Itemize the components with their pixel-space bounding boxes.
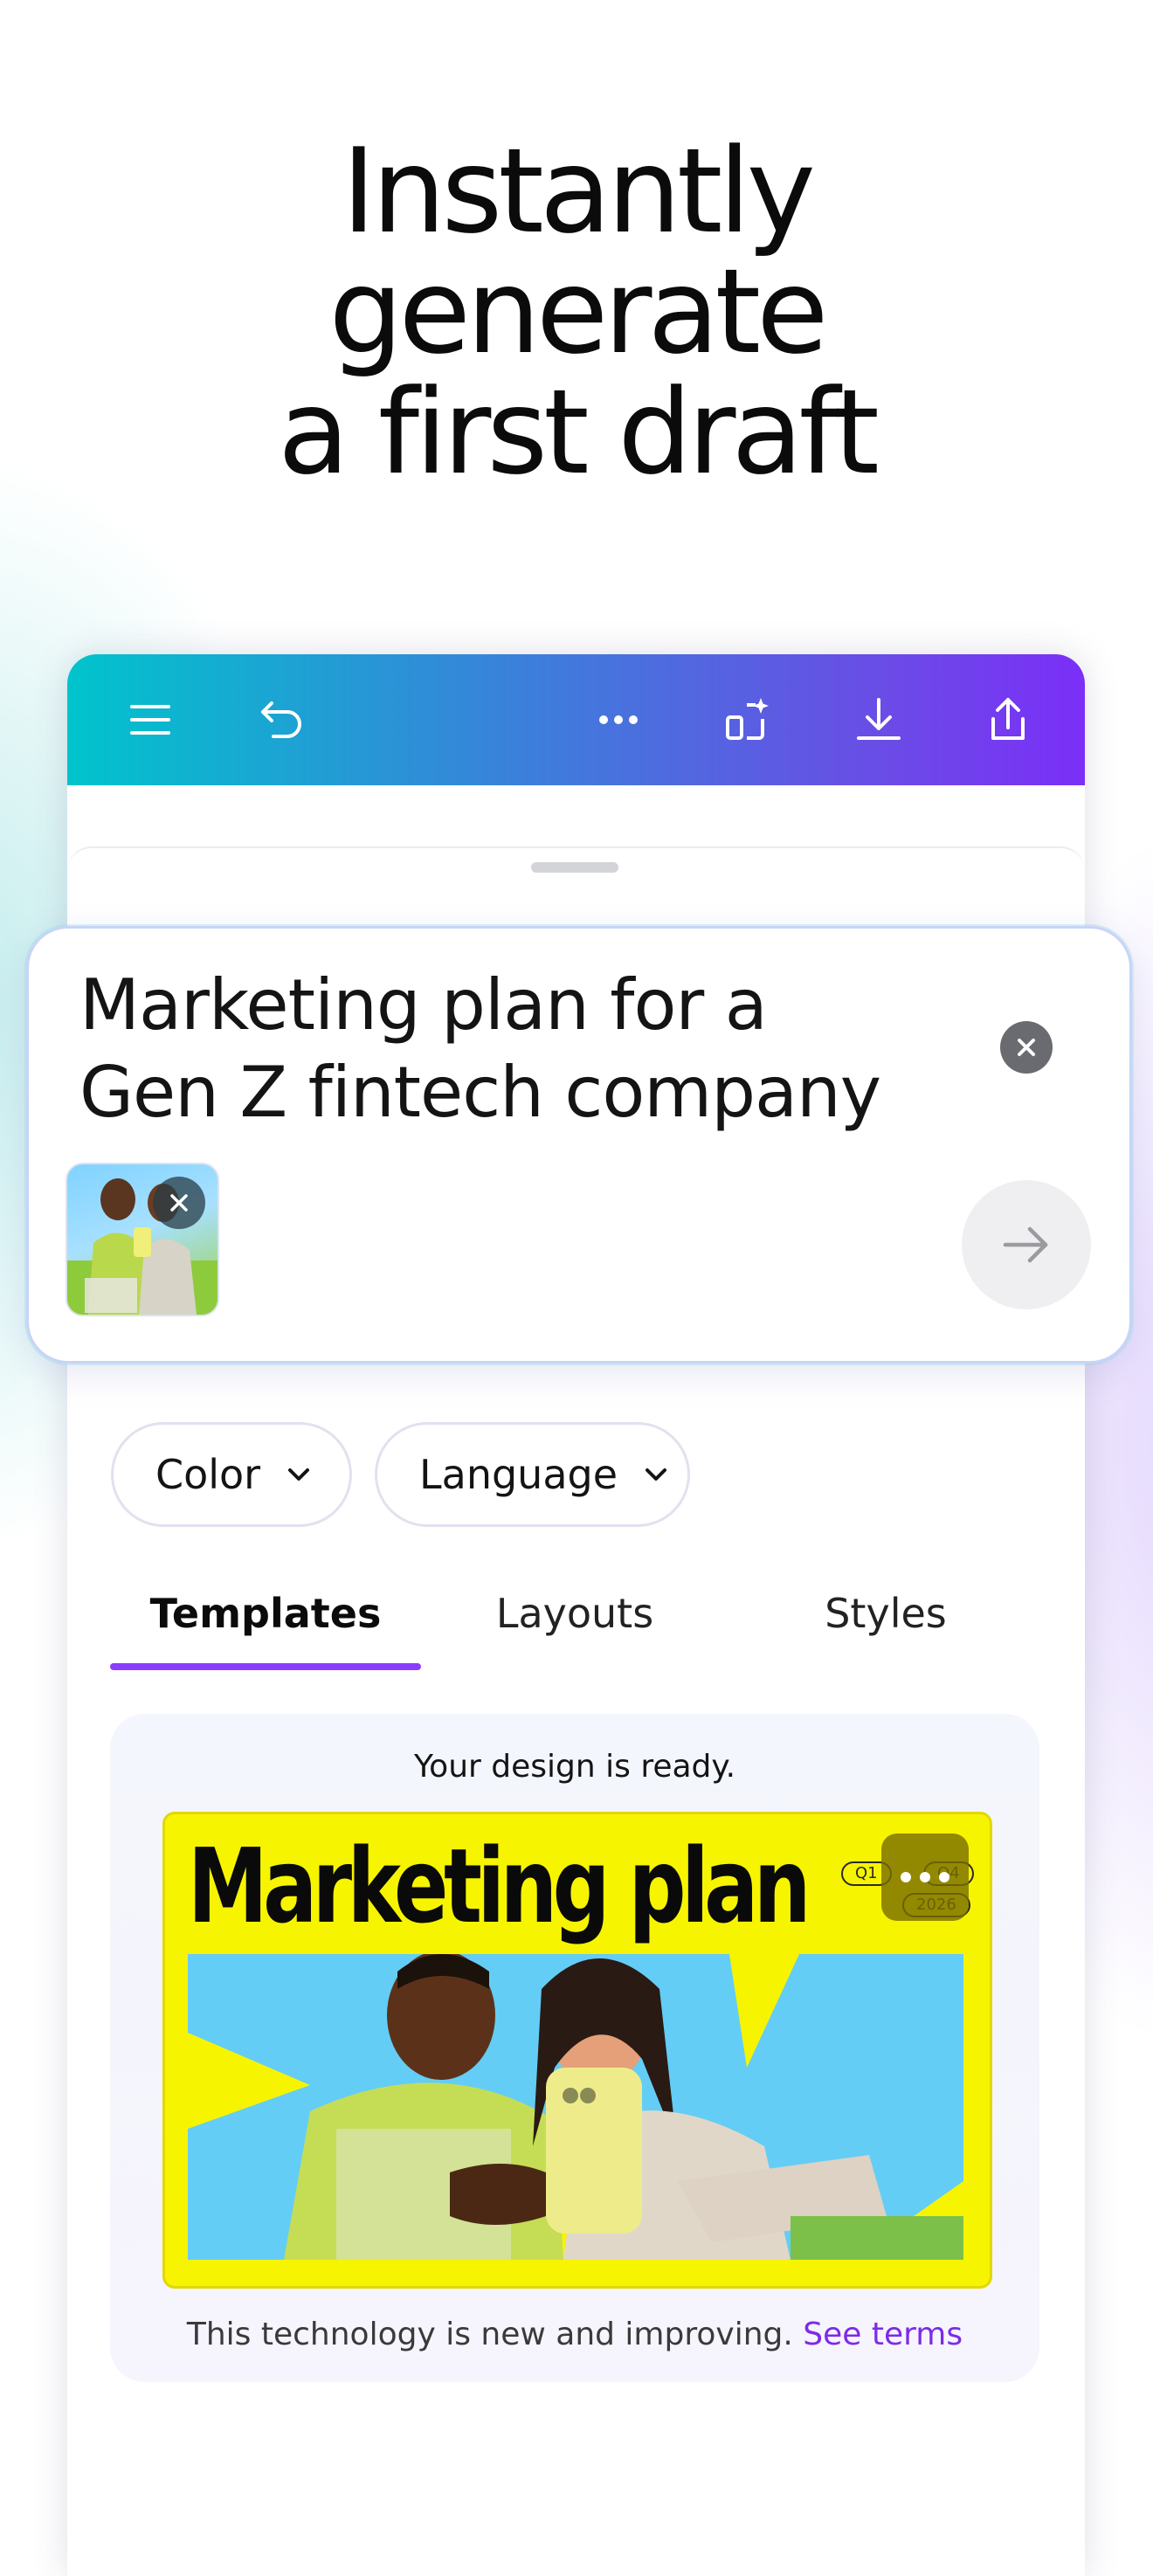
chevron-down-icon	[287, 1467, 311, 1482]
prompt-input-card[interactable]: Marketing plan for a Gen Z fintech compa…	[26, 926, 1132, 1364]
language-filter-dropdown[interactable]: Language	[375, 1422, 690, 1527]
headline: Instantly generate a first draft	[0, 131, 1153, 493]
sheet-drag-handle[interactable]	[531, 862, 618, 873]
color-filter-label: Color	[155, 1451, 261, 1498]
generated-design-preview[interactable]: Marketing plan Q1 Q4 2026	[162, 1812, 992, 2289]
undo-icon[interactable]	[251, 689, 312, 750]
design-photo	[188, 1954, 963, 2260]
attached-image-thumbnail[interactable]	[66, 1163, 219, 1316]
active-tab-indicator	[110, 1663, 421, 1670]
disclaimer-text: This technology is new and improving.	[186, 2317, 793, 2352]
headline-line-1: Instantly	[342, 123, 816, 259]
clear-prompt-button[interactable]	[1000, 1021, 1053, 1074]
design-more-options-button[interactable]	[881, 1834, 969, 1921]
chevron-down-icon	[644, 1467, 668, 1482]
prompt-text-line-2: Gen Z fintech company	[79, 1052, 881, 1133]
people-with-phone-image	[188, 1954, 963, 2260]
close-icon	[170, 1194, 188, 1212]
color-filter-dropdown[interactable]: Color	[111, 1422, 352, 1527]
menu-icon[interactable]	[120, 689, 181, 750]
download-icon[interactable]	[848, 689, 909, 750]
design-title: Marketing plan	[188, 1826, 811, 1946]
close-icon	[1018, 1039, 1035, 1056]
headline-line-2: generate	[328, 244, 828, 380]
editor-toolbar	[67, 654, 1085, 785]
tab-layouts[interactable]: Layouts	[419, 1590, 730, 1651]
prompt-input[interactable]: Marketing plan for a Gen Z fintech compa…	[79, 962, 953, 1136]
tab-styles[interactable]: Styles	[730, 1590, 1041, 1651]
language-filter-label: Language	[419, 1451, 618, 1498]
headline-line-3: a first draft	[278, 364, 880, 501]
result-status: Your design is ready.	[413, 1749, 736, 1785]
arrow-right-icon	[1003, 1226, 1048, 1263]
see-terms-link[interactable]: See terms	[803, 2317, 963, 2352]
more-icon[interactable]	[588, 689, 649, 750]
magic-resize-icon[interactable]	[717, 689, 778, 750]
more-icon	[901, 1872, 949, 1882]
tab-templates[interactable]: Templates	[110, 1590, 421, 1651]
result-card: Your design is ready. Marketing plan Q1 …	[110, 1714, 1039, 2382]
disclaimer: This technology is new and improving. Se…	[110, 2317, 1039, 2352]
share-icon[interactable]	[977, 689, 1039, 750]
prompt-text-line-1: Marketing plan for a	[79, 964, 768, 1046]
submit-prompt-button[interactable]	[962, 1180, 1091, 1309]
remove-image-button[interactable]	[153, 1177, 205, 1229]
